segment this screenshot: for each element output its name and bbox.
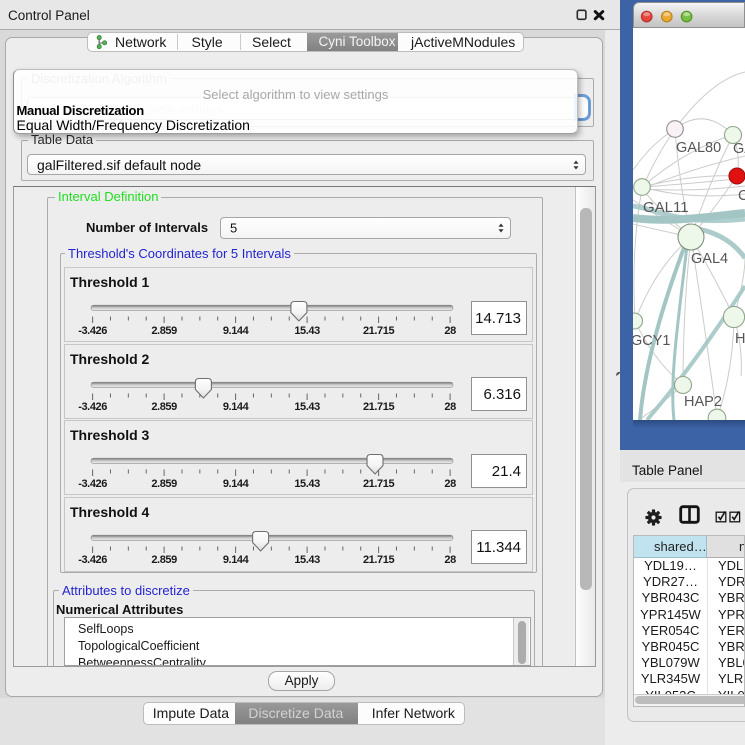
svg-text:GAL80: GAL80 xyxy=(676,140,721,156)
svg-text:H: H xyxy=(735,331,745,347)
svg-text:GAL: GAL xyxy=(733,141,745,157)
svg-text:C: C xyxy=(738,188,745,204)
svg-text:GAL4: GAL4 xyxy=(691,251,728,267)
svg-text:GCY1: GCY1 xyxy=(633,333,671,349)
svg-text:HAP2: HAP2 xyxy=(684,394,722,410)
svg-text:GAL11: GAL11 xyxy=(643,199,689,216)
